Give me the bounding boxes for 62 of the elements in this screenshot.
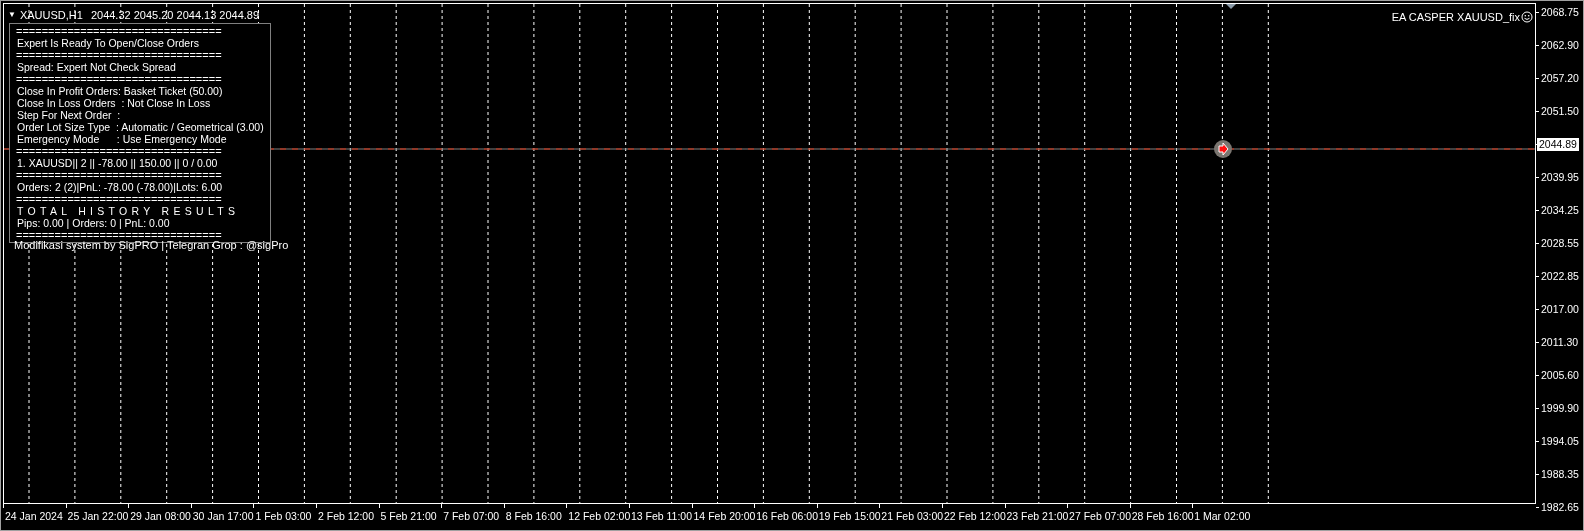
- price-label: 2028.55: [1541, 235, 1579, 251]
- price-label: 1994.05: [1541, 433, 1579, 449]
- time-label: 1 Feb 03:00: [255, 510, 312, 522]
- price-label: 2068.75: [1541, 4, 1579, 20]
- time-label: 1 Mar 02:00: [1194, 510, 1251, 522]
- ohlc-values: 2044.32 2045.20 2044.13 2044.89: [90, 8, 260, 23]
- time-label: 22 Feb 12:00: [943, 510, 1006, 522]
- price-label: 2011.30: [1541, 334, 1579, 350]
- time-label: 13 Feb 11:00: [630, 510, 693, 522]
- price-label: 2051.50: [1541, 103, 1579, 119]
- order-marker-icon[interactable]: [1214, 140, 1232, 158]
- price-label: 2017.00: [1541, 301, 1579, 317]
- panel-text: Close In Profit Orders: Basket Ticket (50.00): [16, 85, 224, 97]
- time-label: 19 Feb 15:00: [818, 510, 881, 522]
- panel-text: Orders: 2 (2)|PnL: -78.00 (-78.00)|Lots: 6.00: [16, 181, 224, 193]
- time-label: 21 Feb 03:00: [881, 510, 944, 522]
- price-label: 2022.85: [1541, 268, 1579, 284]
- panel-heading: TOTAL HISTORY RESULTS: [16, 205, 241, 217]
- price-label: 2057.20: [1541, 70, 1579, 86]
- smiley-icon: [1521, 11, 1533, 24]
- time-label: 25 Jan 22:00: [67, 510, 129, 522]
- separator-line: ================================: [16, 229, 223, 241]
- separator-line: ================================: [16, 49, 223, 61]
- price-label: 2005.60: [1541, 367, 1579, 383]
- panel-text: Spread: Expert Not Check Spread: [16, 61, 177, 73]
- time-label: 28 Feb 16:00: [1131, 510, 1194, 522]
- time-label: 27 Feb 07:00: [1069, 510, 1131, 522]
- panel-text: Close In Loss Orders : Not Close In Loss: [16, 97, 212, 109]
- panel-text: 1. XAUUSD|| 2 || -78.00 || 150.00 || 0 / 0.00: [16, 157, 219, 169]
- collapse-toggle[interactable]: ▼: [8, 9, 16, 22]
- separator-line: ================================: [16, 169, 223, 181]
- time-label: 7 Feb 07:00: [443, 510, 500, 522]
- time-label: 29 Jan 08:00: [130, 510, 191, 522]
- panel-text: Order Lot Size Type : Automatic / Geometrical (3.00): [16, 121, 264, 133]
- expert-name: EA CASPER XAUUSD_fix: [1391, 10, 1520, 25]
- price-label: 1999.90: [1541, 400, 1579, 416]
- time-label: 8 Feb 16:00: [505, 510, 562, 522]
- symbol-label: XAUUSD,H1: [19, 8, 83, 23]
- separator-line: ================================: [16, 193, 223, 205]
- time-label: 24 Jan 2024: [5, 510, 63, 522]
- price-label: 2034.25: [1541, 202, 1579, 218]
- separator-line: ================================: [16, 145, 223, 157]
- price-label: 1982.65: [1541, 499, 1579, 515]
- footer-note: Modifikasi system by SigPRO | Telegran Grop : @sigPro: [14, 238, 289, 253]
- separator-line: ================================: [16, 25, 223, 37]
- time-label: 23 Feb 21:00: [1006, 510, 1069, 522]
- time-label: 12 Feb 02:00: [568, 510, 631, 522]
- panel-text: Step For Next Order :: [16, 109, 122, 121]
- separator-line: ================================: [16, 73, 223, 85]
- time-label: 14 Feb 20:00: [693, 510, 756, 522]
- time-label: 5 Feb 21:00: [380, 510, 437, 522]
- panel-text: Pips: 0.00 | Orders: 0 | PnL: 0.00: [16, 217, 171, 229]
- time-label: 2 Feb 12:00: [317, 510, 374, 522]
- current-price-tag: 2044.89: [1537, 138, 1579, 151]
- panel-text: Expert Is Ready To Open/Close Orders: [16, 37, 200, 49]
- price-label: 2062.90: [1541, 37, 1579, 53]
- triangle-marker-icon: [1226, 4, 1236, 9]
- price-label: 1988.35: [1541, 466, 1579, 482]
- price-label: 2039.95: [1541, 169, 1579, 185]
- panel-text: Emergency Mode : Use Emergency Mode: [16, 133, 228, 145]
- time-label: 30 Jan 17:00: [192, 510, 254, 522]
- time-label: 16 Feb 06:00: [756, 510, 818, 522]
